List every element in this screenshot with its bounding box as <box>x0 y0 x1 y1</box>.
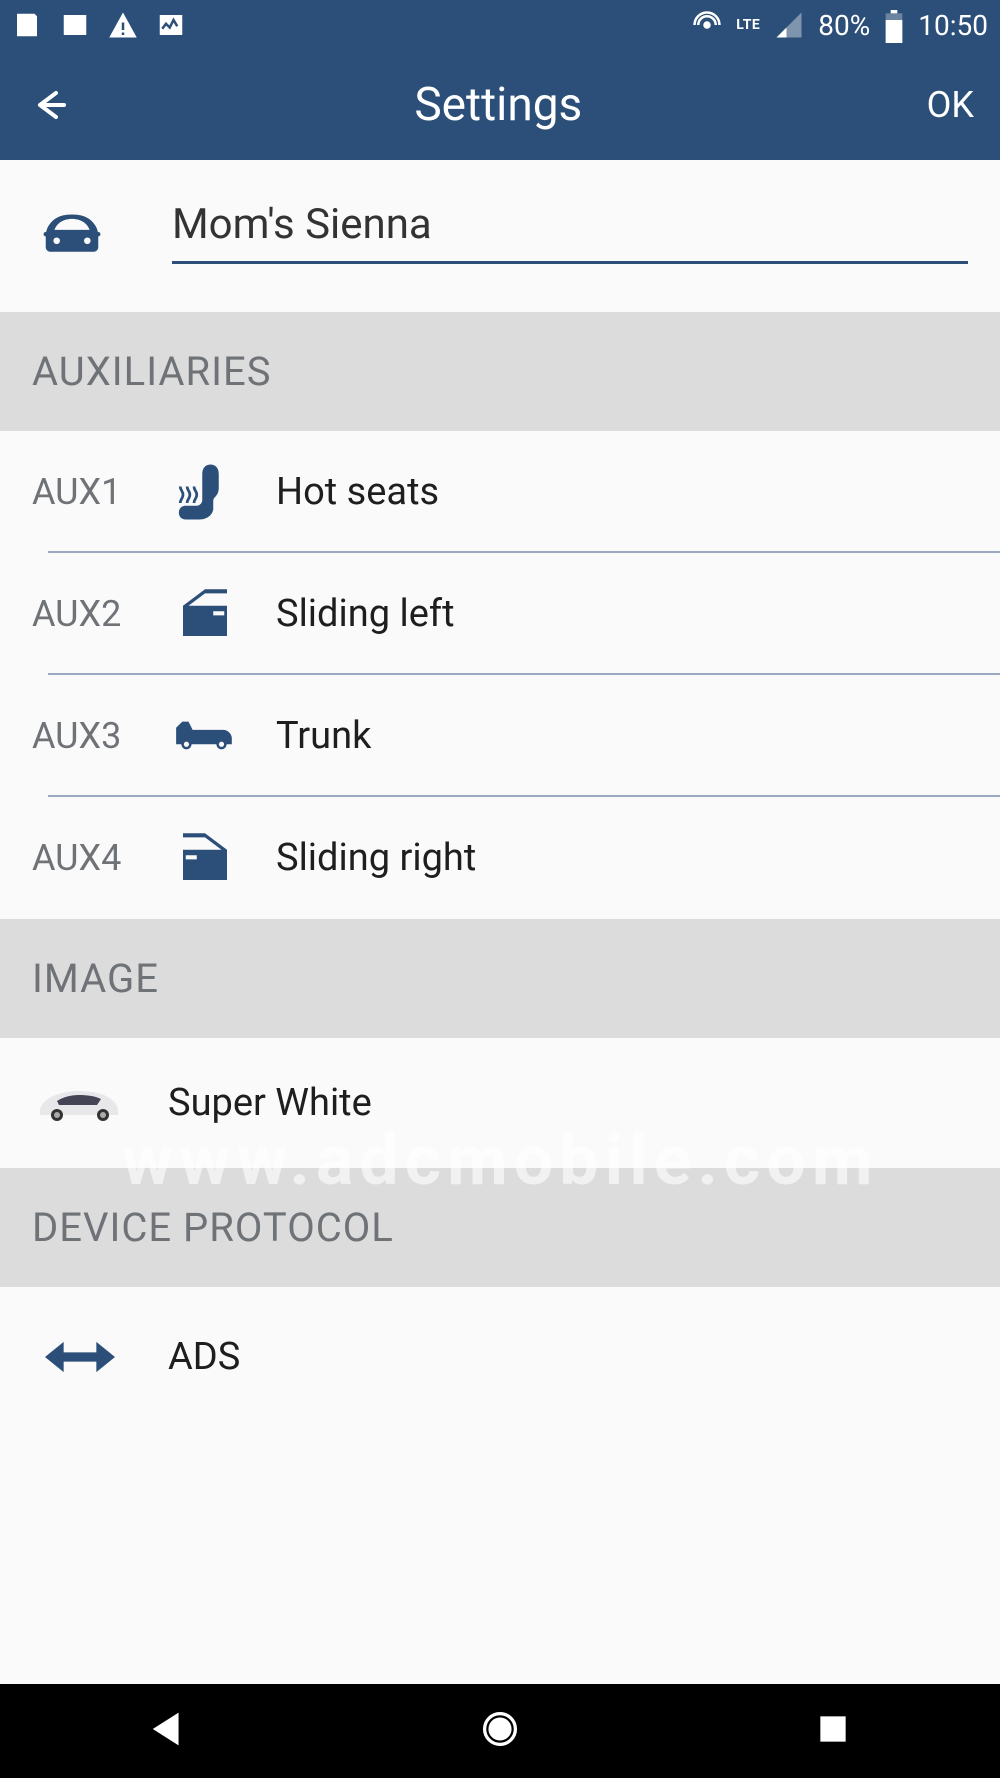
network-type: LTE <box>736 17 760 33</box>
aux3-label: AUX3 <box>0 715 160 757</box>
vehicle-name-row[interactable]: Mom's Sienna <box>0 160 1000 312</box>
nav-home-button[interactable] <box>478 1707 522 1755</box>
hotspot-icon <box>692 10 722 40</box>
page-title: Settings <box>70 78 927 132</box>
aux2-label: AUX2 <box>0 593 160 635</box>
door-left-icon <box>160 581 250 647</box>
vehicle-name-input[interactable]: Mom's Sienna <box>172 200 968 264</box>
aux3-row[interactable]: AUX3 Trunk <box>0 675 1000 797</box>
nav-recent-button[interactable] <box>811 1707 855 1755</box>
aux3-value: Trunk <box>250 714 371 758</box>
aux4-row[interactable]: AUX4 Sliding right <box>0 797 1000 919</box>
app-bar: Settings OK <box>0 50 1000 160</box>
clock: 10:50 <box>918 9 988 42</box>
ok-button[interactable]: OK <box>927 84 974 126</box>
image-label: Super White <box>160 1081 372 1125</box>
android-navbar <box>0 1684 1000 1778</box>
aux1-value: Hot seats <box>250 470 439 514</box>
signal-icon <box>774 10 804 40</box>
battery-icon <box>884 10 904 40</box>
nav-back-button[interactable] <box>145 1707 189 1755</box>
notification-image-icon <box>60 10 90 40</box>
image-header: IMAGE <box>0 919 1000 1038</box>
protocol-header: DEVICE PROTOCOL <box>0 1168 1000 1287</box>
back-button[interactable] <box>26 83 70 127</box>
aux4-value: Sliding right <box>250 836 476 880</box>
car-trunk-icon <box>160 703 250 769</box>
notification-doc-icon <box>12 10 42 40</box>
protocol-row[interactable]: ADS <box>0 1287 1000 1427</box>
protocol-label: ADS <box>160 1335 240 1379</box>
aux2-value: Sliding left <box>250 592 455 636</box>
battery-percent: 80% <box>818 9 870 42</box>
heated-seat-icon <box>160 459 250 525</box>
aux1-label: AUX1 <box>0 471 160 513</box>
aux4-label: AUX4 <box>0 837 160 879</box>
car-front-icon <box>32 207 112 257</box>
notification-warning-icon <box>108 10 138 40</box>
vehicle-thumbnail-icon <box>0 1081 160 1125</box>
auxiliaries-header: AUXILIARIES <box>0 312 1000 431</box>
status-bar: LTE 80% 10:50 <box>0 0 1000 50</box>
aux2-row[interactable]: AUX2 Sliding left <box>0 553 1000 675</box>
image-row[interactable]: Super White <box>0 1038 1000 1168</box>
door-right-icon <box>160 825 250 891</box>
protocol-arrows-icon <box>0 1337 160 1377</box>
notification-chart-icon <box>156 10 186 40</box>
aux1-row[interactable]: AUX1 Hot seats <box>0 431 1000 553</box>
